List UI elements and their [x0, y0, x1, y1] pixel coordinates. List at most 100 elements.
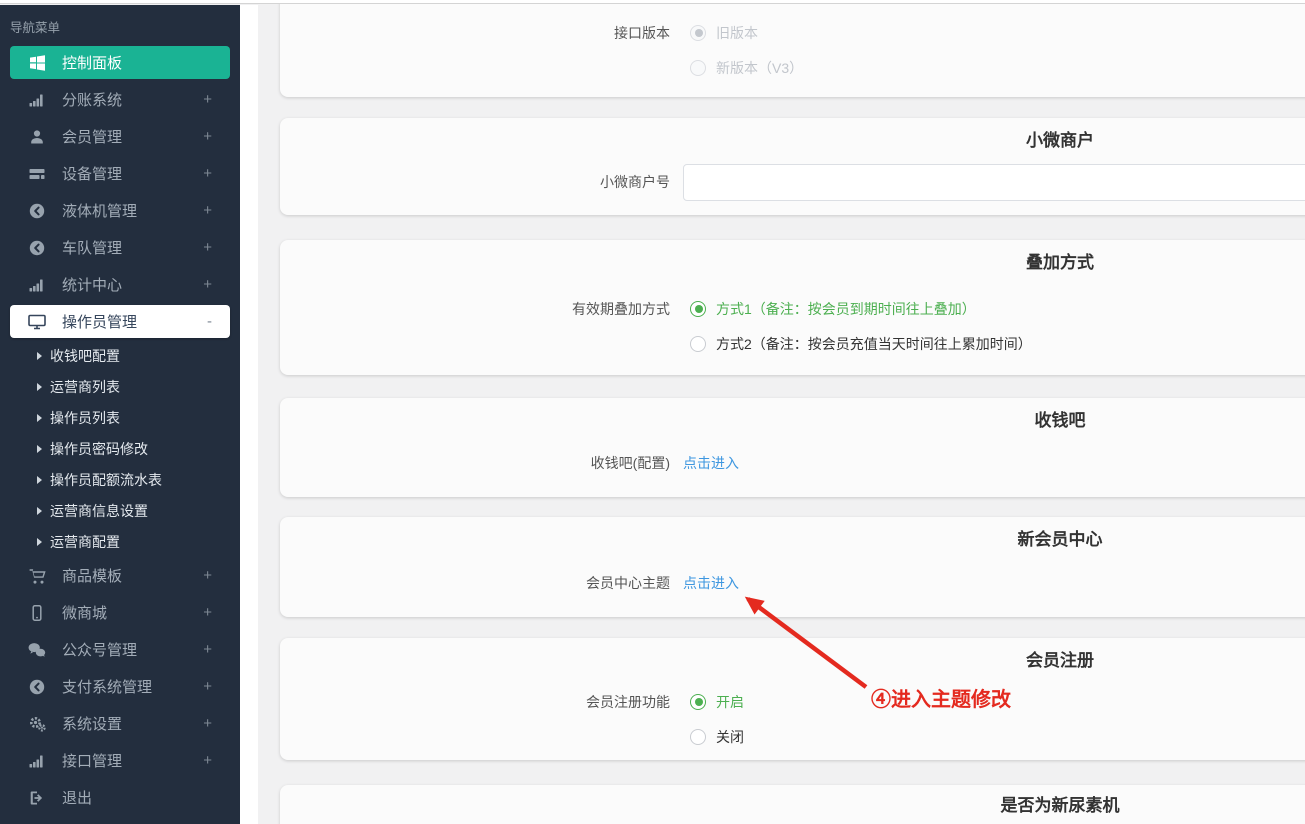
section-member-center: 新会员中心 会员中心主题 点击进入: [280, 517, 1305, 617]
bar-chart-icon: [26, 92, 48, 108]
sidebar-item-logout[interactable]: 退出: [0, 779, 240, 816]
section-title: 会员注册: [280, 638, 1305, 672]
sidebar-item-product-template[interactable]: 商品模板 +: [0, 557, 240, 594]
subitem-label: 操作员密码修改: [50, 439, 148, 459]
sidebar-item-fleet-mgmt[interactable]: 车队管理 +: [0, 229, 240, 266]
annotation-text: ④进入主题修改: [871, 683, 1011, 712]
app-window: 导航菜单 控制面板 分账系统 + 会员管理: [0, 0, 1305, 824]
sidebar-header: 导航菜单: [0, 5, 240, 44]
expand-plus: +: [203, 715, 212, 732]
sidebar-nav-list: 控制面板 分账系统 + 会员管理 + 设备管理: [0, 44, 240, 816]
sidebar: 导航菜单 控制面板 分账系统 + 会员管理: [0, 5, 240, 824]
sidebar-item-label: 车队管理: [62, 237, 122, 258]
device-list-icon: [26, 166, 48, 182]
sidebar-item-label: 商品模板: [62, 565, 122, 586]
expand-plus: +: [203, 678, 212, 695]
expand-plus: +: [203, 604, 212, 621]
caret-right-icon: [37, 445, 42, 453]
expand-plus: +: [203, 239, 212, 256]
caret-right-icon: [37, 352, 42, 360]
chevron-circle-left-icon: [26, 240, 48, 256]
section-title: 小微商户: [280, 118, 1305, 152]
sidebar-subitem-operator-info-settings[interactable]: 运营商信息设置: [0, 495, 240, 526]
radio-new-version-label: 新版本（V3）: [716, 58, 803, 78]
sidebar-item-system-settings[interactable]: 系统设置 +: [0, 705, 240, 742]
radio-old-version-label: 旧版本: [716, 23, 758, 43]
sidebar-item-api-mgmt[interactable]: 接口管理 +: [0, 742, 240, 779]
section-title: 收钱吧: [280, 398, 1305, 432]
bar-chart-icon: [26, 753, 48, 769]
expand-plus: +: [203, 202, 212, 219]
sidebar-item-member-mgmt[interactable]: 会员管理 +: [0, 118, 240, 155]
section-shouqianba: 收钱吧 收钱吧(配置) 点击进入: [280, 398, 1305, 497]
sidebar-item-label: 退出: [62, 787, 92, 808]
wechat-icon: [26, 642, 48, 658]
sidebar-item-stats-center[interactable]: 统计中心 +: [0, 266, 240, 303]
section-micro-merchant: 小微商户 小微商户号: [280, 118, 1305, 215]
sign-out-icon: [26, 790, 48, 806]
sidebar-subitem-operator-list[interactable]: 操作员列表: [0, 402, 240, 433]
section-urea-machine: 是否为新尿素机: [280, 785, 1305, 824]
user-icon: [26, 129, 48, 145]
caret-right-icon: [37, 414, 42, 422]
sidebar-item-device-mgmt[interactable]: 设备管理 +: [0, 155, 240, 192]
expand-plus: +: [203, 641, 212, 658]
sidebar-item-official-account-mgmt[interactable]: 公众号管理 +: [0, 631, 240, 668]
caret-right-icon: [37, 507, 42, 515]
api-version-label: 接口版本: [280, 23, 670, 43]
caret-right-icon: [37, 538, 42, 546]
section-stack-mode: 叠加方式 有效期叠加方式 方式1（备注：按会员到期时间往上叠加） 方式2（备注：…: [280, 240, 1305, 375]
expand-plus: +: [203, 128, 212, 145]
expand-plus: +: [203, 165, 212, 182]
sidebar-item-micro-mall[interactable]: 微商城 +: [0, 594, 240, 631]
sidebar-item-liquid-machine-mgmt[interactable]: 液体机管理 +: [0, 192, 240, 229]
micro-merchant-label: 小微商户号: [280, 172, 670, 192]
radio-register-on-label: 开启: [716, 692, 744, 712]
sidebar-item-control-panel[interactable]: 控制面板: [0, 44, 240, 81]
sidebar-item-label: 会员管理: [62, 126, 122, 147]
radio-mode2[interactable]: [690, 336, 706, 352]
sidebar-item-label: 微商城: [62, 602, 107, 623]
radio-register-on[interactable]: [690, 694, 706, 710]
sidebar-submenu: 收钱吧配置 运营商列表 操作员列表 操作员密码修改 操作员配额流水表 运营商信息…: [0, 340, 240, 557]
subitem-label: 操作员列表: [50, 408, 120, 428]
radio-register-off[interactable]: [690, 729, 706, 745]
link-enter-shouqianba[interactable]: 点击进入: [683, 453, 739, 473]
shouqianba-config-label: 收钱吧(配置): [280, 453, 670, 473]
sidebar-item-label: 液体机管理: [62, 200, 137, 221]
subitem-label: 运营商信息设置: [50, 501, 148, 521]
sidebar-item-payment-system-mgmt[interactable]: 支付系统管理 +: [0, 668, 240, 705]
sidebar-item-operator-mgmt[interactable]: 操作员管理 -: [0, 303, 240, 340]
top-strip: [0, 0, 1305, 4]
section-title: 叠加方式: [280, 240, 1305, 274]
radio-new-version[interactable]: [690, 60, 706, 76]
sidebar-subitem-operator-config[interactable]: 运营商配置: [0, 526, 240, 557]
main-content: 接口版本 旧版本 新版本（V3） 小微商户 小微商户号: [258, 0, 1305, 824]
sidebar-item-label: 统计中心: [62, 274, 122, 295]
sidebar-subitem-operator-company-list[interactable]: 运营商列表: [0, 371, 240, 402]
sidebar-subitem-operator-quota-log[interactable]: 操作员配额流水表: [0, 464, 240, 495]
sidebar-subitem-shouqianba-config[interactable]: 收钱吧配置: [0, 340, 240, 371]
sidebar-item-split-account[interactable]: 分账系统 +: [0, 81, 240, 118]
radio-mode1-label: 方式1（备注：按会员到期时间往上叠加）: [716, 299, 976, 319]
sidebar-subitem-operator-password[interactable]: 操作员密码修改: [0, 433, 240, 464]
cart-icon: [26, 568, 48, 584]
sidebar-item-label: 分账系统: [62, 89, 122, 110]
sidebar-item-label: 设备管理: [62, 163, 122, 184]
section-api-version: 接口版本 旧版本 新版本（V3）: [280, 0, 1305, 97]
stack-mode-label: 有效期叠加方式: [280, 299, 670, 319]
radio-old-version[interactable]: [690, 25, 706, 41]
section-title: 是否为新尿素机: [280, 785, 1305, 819]
expand-plus: +: [203, 91, 212, 108]
radio-mode1[interactable]: [690, 301, 706, 317]
link-enter-member-theme[interactable]: 点击进入: [683, 573, 739, 593]
micro-merchant-input[interactable]: [683, 164, 1305, 201]
mobile-icon: [26, 605, 48, 621]
sidebar-item-label: 支付系统管理: [62, 676, 152, 697]
sidebar-gap: [240, 5, 258, 824]
sidebar-item-label: 系统设置: [62, 713, 122, 734]
gears-icon: [26, 716, 48, 732]
member-register-label: 会员注册功能: [280, 692, 670, 712]
subitem-label: 运营商列表: [50, 377, 120, 397]
sidebar-item-label: 接口管理: [62, 750, 122, 771]
